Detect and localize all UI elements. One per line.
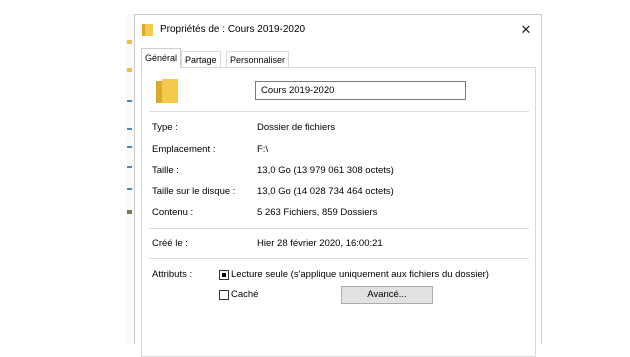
- close-icon: ✕: [520, 22, 532, 37]
- close-button[interactable]: ✕: [511, 15, 541, 45]
- created-value: Hier 28 février 2020, 16:00:21: [257, 238, 383, 249]
- properties-dialog: Propriétés de : Cours 2019-2020 ✕ Généra…: [134, 14, 542, 357]
- background-window-mark: [127, 210, 132, 214]
- divider: [149, 228, 529, 229]
- contents-value: 5 263 Fichiers, 859 Dossiers: [257, 207, 378, 218]
- tab-general[interactable]: Général: [141, 48, 182, 68]
- background-window-mark: [127, 166, 132, 168]
- hidden-label[interactable]: Caché: [231, 289, 258, 300]
- location-value: F:\: [257, 144, 269, 155]
- readonly-label[interactable]: Lecture seule (s'applique uniquement aux…: [231, 269, 489, 280]
- title-bar[interactable]: Propriétés de : Cours 2019-2020 ✕: [135, 15, 541, 45]
- type-label: Type :: [152, 122, 178, 133]
- tab-personnaliser[interactable]: Personnaliser: [226, 51, 290, 67]
- hidden-checkbox[interactable]: [219, 290, 229, 300]
- background-window-mark: [127, 100, 132, 102]
- divider: [149, 111, 529, 112]
- background-window-edge: [126, 14, 134, 344]
- size-label: Taille :: [152, 165, 179, 176]
- folder-name-input[interactable]: Cours 2019-2020: [255, 81, 466, 100]
- size-value: 13,0 Go (13 979 061 308 octets): [257, 165, 394, 176]
- general-panel: Cours 2019-2020 Type : Dossier de fichie…: [141, 67, 536, 357]
- background-window-mark: [127, 68, 132, 72]
- divider: [149, 258, 529, 259]
- created-label: Créé le :: [152, 238, 188, 249]
- background-window-mark: [127, 188, 132, 190]
- advanced-button[interactable]: Avancé...: [341, 286, 433, 304]
- size-on-disk-value: 13,0 Go (14 028 734 464 octets): [257, 186, 394, 197]
- contents-label: Contenu :: [152, 207, 194, 218]
- readonly-checkbox[interactable]: [219, 270, 229, 280]
- background-window-mark: [127, 128, 132, 130]
- background-window-mark: [127, 146, 132, 148]
- size-on-disk-label: Taille sur le disque :: [152, 186, 236, 197]
- tab-partage[interactable]: Partage: [181, 51, 221, 67]
- folder-icon: [142, 24, 153, 36]
- attributes-label: Attributs :: [152, 269, 193, 280]
- type-value: Dossier de fichiers: [257, 122, 336, 133]
- background-window-mark: [127, 40, 132, 44]
- window-title: Propriétés de : Cours 2019-2020: [160, 24, 306, 35]
- folder-icon: [156, 79, 178, 103]
- location-label: Emplacement :: [152, 144, 216, 155]
